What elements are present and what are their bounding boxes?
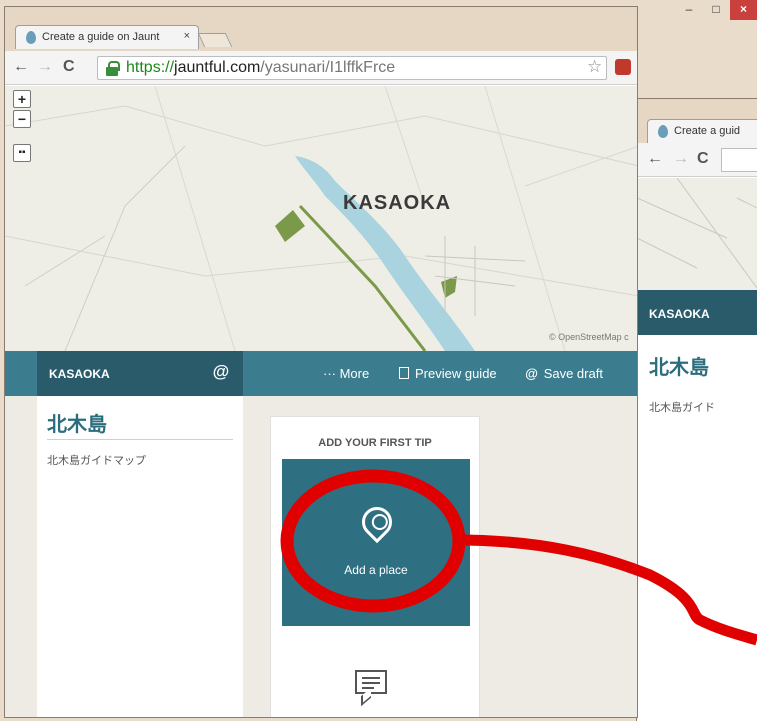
background-map-roads <box>637 177 757 289</box>
forward-arrow-icon[interactable]: → <box>37 58 53 76</box>
preview-guide-button[interactable]: Preview guide <box>399 366 497 381</box>
background-app-header: KASAOKA <box>637 290 757 335</box>
background-guide-description: 北木島ガイド <box>649 402 715 414</box>
more-button[interactable]: ··· More <box>323 366 369 381</box>
extension-badge-icon[interactable] <box>615 59 631 75</box>
save-feather-icon: @ <box>525 366 538 381</box>
guide-city-label: KASAOKA <box>49 367 110 381</box>
browser-toolbar: ← → C https://jauntful.com/yasunari/I1lf… <box>5 51 637 85</box>
guide-city-header: KASAOKA @ <box>37 351 243 396</box>
reload-icon[interactable]: C <box>697 150 709 168</box>
jauntful-favicon-icon <box>26 31 36 44</box>
desktop: Create a guid ← → C KASAOKA 北木島 北木島ガイド C… <box>0 0 757 721</box>
secure-lock-icon <box>106 61 120 76</box>
title-bar: Create a guide on Jaunt × <box>5 7 637 51</box>
close-window-button[interactable]: × <box>730 0 757 20</box>
map-pin-icon <box>355 500 399 544</box>
jauntful-logo-icon[interactable]: @ <box>212 362 229 382</box>
guide-title[interactable]: 北木島 <box>47 406 233 440</box>
url-path: /yasunari/I1lffkFrce <box>260 59 396 76</box>
map-city-label: KASAOKA <box>343 192 452 214</box>
background-browser-window[interactable]: Create a guid ← → C KASAOKA 北木島 北木島ガイド <box>636 98 757 721</box>
background-guide-city: KASAOKA <box>637 290 757 335</box>
add-place-label: Add a place <box>344 563 408 577</box>
background-toolbar: ← → C <box>637 143 757 177</box>
background-omnibox[interactable] <box>721 148 757 172</box>
address-bar[interactable]: https://jauntful.com/yasunari/I1lffkFrce <box>97 56 607 80</box>
maximize-button[interactable]: □ <box>703 0 729 20</box>
add-note-comment-icon[interactable] <box>355 670 387 694</box>
preview-icon <box>399 367 409 379</box>
map-view[interactable]: + − ▪▪ KASAOKA © OpenStreetMap c <box>5 86 637 351</box>
zoom-in-button[interactable]: + <box>13 90 31 108</box>
save-draft-label: Save draft <box>543 366 603 381</box>
guide-description[interactable]: 北木島ガイドマップ <box>47 452 146 468</box>
url-host: jauntful.com <box>174 59 261 76</box>
background-tab[interactable]: Create a guid <box>647 119 757 143</box>
guide-toolbar: KASAOKA @ ··· More Preview guide @ Save d… <box>5 351 637 396</box>
map-canvas <box>5 86 637 351</box>
back-arrow-icon[interactable]: ← <box>13 58 29 76</box>
background-guide-title: 北木島 <box>649 357 709 379</box>
bookmark-star-icon[interactable]: ☆ <box>587 57 602 77</box>
jauntful-favicon-icon <box>658 125 668 138</box>
preview-guide-label: Preview guide <box>415 366 497 381</box>
background-title-bar: Create a guid <box>637 99 757 143</box>
first-tip-card: ADD YOUR FIRST TIP Add a place <box>270 416 480 717</box>
map-attribution[interactable]: © OpenStreetMap c <box>549 332 629 342</box>
forward-arrow-icon[interactable]: → <box>673 150 689 168</box>
save-draft-button[interactable]: @ Save draft <box>525 366 603 381</box>
url-scheme: https:// <box>126 59 175 76</box>
back-arrow-icon[interactable]: ← <box>647 150 663 168</box>
browser-window: Create a guide on Jaunt × ← → C https://… <box>4 6 638 718</box>
new-tab-button[interactable] <box>197 33 233 47</box>
active-tab[interactable]: Create a guide on Jaunt × <box>15 25 199 49</box>
guide-body: 北木島 北木島ガイドマップ ADD YOUR FIRST TIP Add a p… <box>5 396 637 717</box>
first-tip-heading: ADD YOUR FIRST TIP <box>318 437 432 449</box>
tab-title: Create a guide on Jaunt <box>42 31 160 43</box>
guide-info-panel: 北木島 北木島ガイドマップ <box>37 396 243 717</box>
fullscreen-toggle-icon[interactable]: ▪▪ <box>13 144 31 162</box>
background-map[interactable] <box>637 177 757 290</box>
zoom-out-button[interactable]: − <box>13 110 31 128</box>
reload-icon[interactable]: C <box>63 58 75 76</box>
minimize-button[interactable]: – <box>676 0 702 20</box>
add-place-button[interactable]: Add a place <box>282 459 470 626</box>
tab-close-icon[interactable]: × <box>184 30 190 42</box>
background-tab-title: Create a guid <box>674 125 741 137</box>
